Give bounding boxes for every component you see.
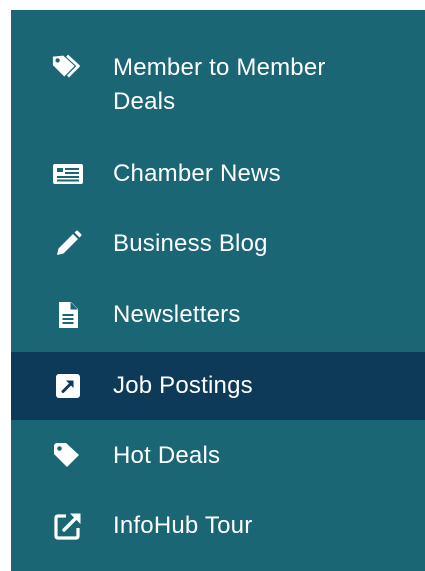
menu-item-hot-deals[interactable]: Hot Deals <box>11 436 425 476</box>
menu-item-label-line2: Deals <box>113 88 176 115</box>
menu-item-job-postings[interactable]: Job Postings <box>11 352 425 420</box>
menu-item-label: Newsletters <box>113 301 241 328</box>
menu-item-member-to-member-deals[interactable]: Member to Member Deals <box>11 44 425 124</box>
external-link-icon <box>51 509 85 543</box>
newspaper-icon <box>51 157 85 191</box>
pencil-icon <box>51 227 85 261</box>
menu-item-business-blog[interactable]: Business Blog <box>11 224 425 264</box>
menu-item-infohub-tour[interactable]: InfoHub Tour <box>11 506 425 546</box>
menu-item-chamber-news[interactable]: Chamber News <box>11 154 425 194</box>
menu-item-label: Hot Deals <box>113 442 221 469</box>
external-link-square-icon <box>51 369 85 403</box>
tags-icon <box>51 50 85 84</box>
sidebar-menu: Member to Member Deals Chamber News Busi… <box>11 10 425 571</box>
menu-item-newsletters[interactable]: Newsletters <box>11 295 425 335</box>
menu-item-label: Business Blog <box>113 230 268 257</box>
menu-item-label: Job Postings <box>113 372 253 399</box>
menu-item-label: Member to Member <box>113 54 326 81</box>
menu-item-label: InfoHub Tour <box>113 512 253 539</box>
tag-icon <box>51 439 85 473</box>
menu-item-label: Chamber News <box>113 160 281 187</box>
document-icon <box>51 298 85 332</box>
